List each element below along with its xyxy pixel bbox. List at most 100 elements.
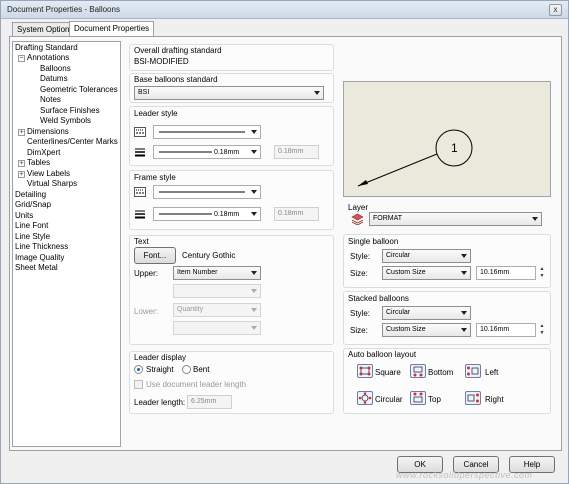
layers-icon xyxy=(351,213,364,225)
stacked-size-spinner[interactable]: ▲ ▼ xyxy=(538,323,546,337)
base-balloons-select[interactable]: BSI xyxy=(134,86,324,100)
preview-balloon-number: 1 xyxy=(451,141,458,155)
lower-select-2[interactable] xyxy=(173,321,261,335)
use-document-leader-checkbox[interactable] xyxy=(134,380,143,389)
chevron-down-icon xyxy=(251,130,257,134)
square-layout-icon xyxy=(359,366,371,376)
layout-square-button[interactable] xyxy=(357,364,373,378)
balloon-preview-drawing: 1 xyxy=(357,129,473,187)
options-tree[interactable]: Drafting Standard − Annotations Balloons… xyxy=(12,41,121,447)
tree-item-annotations[interactable]: Annotations xyxy=(27,53,69,63)
line-thickness-icon xyxy=(135,148,145,157)
stacked-style-value: Circular xyxy=(386,309,411,316)
tree-item-surface-finishes[interactable]: Surface Finishes xyxy=(40,106,100,116)
tree-item-line-font[interactable]: Line Font xyxy=(15,221,48,231)
upper-select[interactable]: Item Number xyxy=(173,266,261,280)
overall-standard-value: BSI-MODIFIED xyxy=(134,57,189,66)
tree-item-line-thickness[interactable]: Line Thickness xyxy=(15,242,68,252)
straight-radio[interactable] xyxy=(134,365,143,374)
leader-display-label: Leader display xyxy=(134,353,187,362)
tree-item-units[interactable]: Units xyxy=(15,211,33,221)
dialog-window: Document Properties - Balloons x System … xyxy=(0,0,569,484)
text-label: Text xyxy=(134,237,149,246)
tree-item-detailing[interactable]: Detailing xyxy=(15,190,46,200)
chevron-down-icon xyxy=(461,311,467,315)
tree-item-weld-symbols[interactable]: Weld Symbols xyxy=(40,116,91,126)
single-style-select[interactable]: Circular xyxy=(382,249,471,263)
lower-select[interactable]: Quantity xyxy=(173,303,261,317)
layout-circular-button[interactable] xyxy=(357,391,373,405)
single-balloon-label: Single balloon xyxy=(348,237,399,246)
layout-right-button[interactable] xyxy=(465,391,481,405)
tree-item-image-quality[interactable]: Image Quality xyxy=(15,253,64,263)
tree-item-dimensions[interactable]: Dimensions xyxy=(27,127,69,137)
stacked-size-input[interactable]: 10.16mm xyxy=(476,323,536,337)
overall-standard-label: Overall drafting standard xyxy=(134,46,222,55)
chevron-down-icon xyxy=(251,150,257,154)
tree-item-drafting-standard[interactable]: Drafting Standard xyxy=(15,43,78,53)
watermark: www.rocksolidperspective.com xyxy=(396,470,533,480)
balloon-preview: 1 xyxy=(343,81,551,197)
leader-line-style-select[interactable] xyxy=(153,125,261,139)
tree-item-line-style[interactable]: Line Style xyxy=(15,232,50,242)
tree-item-tables[interactable]: Tables xyxy=(27,158,50,168)
tree-item-datums[interactable]: Datums xyxy=(40,74,68,84)
upper-label: Upper: xyxy=(134,269,159,278)
layout-top-button[interactable] xyxy=(410,391,426,405)
stacked-size-select[interactable]: Custom Size xyxy=(382,323,471,337)
layout-bottom-button[interactable] xyxy=(410,364,426,378)
use-document-leader-label: Use document leader length xyxy=(146,380,247,389)
bent-label: Bent xyxy=(193,365,210,374)
frame-line-style-select[interactable] xyxy=(153,185,261,199)
chevron-down-icon xyxy=(532,217,538,221)
lower-value: Quantity xyxy=(177,306,204,313)
stacked-size-value: Custom Size xyxy=(386,326,426,333)
layout-left-button[interactable] xyxy=(465,364,481,378)
chevron-down-icon xyxy=(251,190,257,194)
tree-item-grid-snap[interactable]: Grid/Snap xyxy=(15,200,51,210)
stacked-style-label: Style: xyxy=(350,309,371,318)
left-layout-icon xyxy=(467,366,479,376)
stacked-balloons-label: Stacked balloons xyxy=(348,294,409,303)
upper-select-2[interactable] xyxy=(173,284,261,298)
tree-item-dimxpert[interactable]: DimXpert xyxy=(27,148,60,158)
layer-select[interactable]: FORMAT xyxy=(369,212,542,226)
expand-icon[interactable]: + xyxy=(18,129,25,136)
expand-icon[interactable]: + xyxy=(18,171,25,178)
font-button[interactable]: Font... xyxy=(134,247,176,264)
collapse-icon[interactable]: − xyxy=(18,55,25,62)
stacked-style-select[interactable]: Circular xyxy=(382,306,471,320)
line-style-icon xyxy=(134,127,146,137)
tree-item-balloons[interactable]: Balloons xyxy=(40,64,71,74)
stacked-size-label: Size: xyxy=(350,326,368,335)
expand-icon[interactable]: + xyxy=(18,160,25,167)
frame-thickness-value: 0.18mm xyxy=(213,210,240,218)
layout-circular-label: Circular xyxy=(375,395,403,404)
leader-custom-thickness-input[interactable]: 0.18mm xyxy=(274,145,319,159)
line-style-icon xyxy=(134,187,146,197)
top-layout-icon xyxy=(413,392,423,403)
single-size-spinner[interactable]: ▲ ▼ xyxy=(538,266,546,280)
frame-custom-thickness-input[interactable]: 0.18mm xyxy=(274,207,319,221)
tree-item-view-labels[interactable]: View Labels xyxy=(27,169,70,179)
leader-thickness-select[interactable]: 0.18mm xyxy=(153,145,261,159)
chevron-down-icon xyxy=(461,271,467,275)
layer-value: FORMAT xyxy=(373,215,403,222)
single-size-input[interactable]: 10.16mm xyxy=(476,266,536,280)
upper-value: Item Number xyxy=(177,269,218,276)
frame-thickness-select[interactable]: 0.18mm xyxy=(153,207,261,221)
chevron-down-icon xyxy=(251,308,257,312)
tree-item-notes[interactable]: Notes xyxy=(40,95,61,105)
base-balloons-label: Base balloons standard xyxy=(134,75,218,84)
chevron-down-icon xyxy=(251,289,257,293)
single-style-value: Circular xyxy=(386,252,411,259)
single-size-select[interactable]: Custom Size xyxy=(382,266,471,280)
tree-item-virtual-sharps[interactable]: Virtual Sharps xyxy=(27,179,77,189)
tree-item-sheet-metal[interactable]: Sheet Metal xyxy=(15,263,58,273)
tab-document-properties[interactable]: Document Properties xyxy=(69,21,155,36)
leader-length-input[interactable]: 6.25mm xyxy=(187,395,232,409)
bent-radio[interactable] xyxy=(182,365,191,374)
tree-item-centerlines[interactable]: Centerlines/Center Marks xyxy=(27,137,118,147)
tree-item-geometric-tolerances[interactable]: Geometric Tolerances xyxy=(40,85,118,95)
close-button[interactable]: x xyxy=(549,4,562,16)
